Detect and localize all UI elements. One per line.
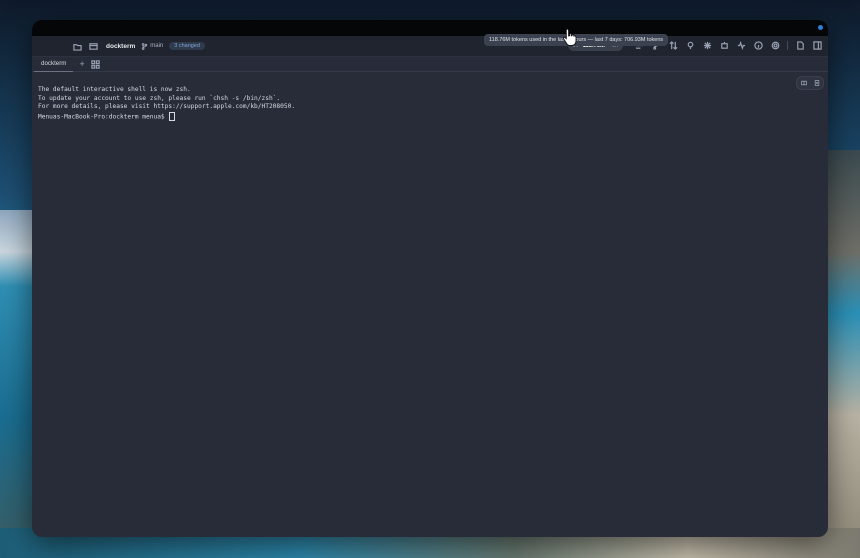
view-toggle bbox=[796, 76, 824, 90]
branch-icon bbox=[141, 42, 148, 50]
tab-label: dockterm bbox=[41, 60, 67, 67]
branch-name: main bbox=[150, 43, 164, 49]
window-icon[interactable] bbox=[88, 41, 98, 51]
toolbar: dockterm main 3 changed 118.76M 1h bbox=[32, 36, 828, 57]
toolbar-divider bbox=[787, 41, 788, 50]
arrows-updown-icon[interactable] bbox=[668, 41, 678, 51]
terminal-cursor bbox=[169, 111, 176, 121]
terminal-prompt: Menuas-MacBook-Pro:dockterm menua$ bbox=[38, 113, 169, 121]
repo-name[interactable]: dockterm bbox=[106, 43, 135, 50]
pulse-icon[interactable] bbox=[736, 41, 746, 51]
file-icon[interactable] bbox=[795, 41, 805, 51]
title-bar[interactable] bbox=[32, 20, 828, 36]
split-view-icon[interactable] bbox=[800, 79, 808, 87]
terminal-prompt-line: Menuas-MacBook-Pro:dockterm menua$ bbox=[38, 111, 822, 122]
app-window: dockterm main 3 changed 118.76M 1h bbox=[32, 20, 828, 537]
terminal-line: For more details, please visit https://s… bbox=[38, 103, 296, 111]
grid-icon[interactable] bbox=[91, 59, 101, 69]
branch-label[interactable]: main bbox=[141, 42, 164, 50]
sparkle-icon[interactable] bbox=[702, 41, 712, 51]
terminal-output[interactable]: The default interactive shell is now zsh… bbox=[32, 72, 828, 122]
tab-dockterm[interactable]: dockterm bbox=[34, 57, 74, 72]
tab-bar: dockterm + bbox=[32, 57, 828, 72]
pointer-hand-icon bbox=[562, 28, 577, 46]
pin-icon[interactable] bbox=[685, 41, 695, 51]
document-icon[interactable] bbox=[813, 79, 821, 87]
gear-icon[interactable] bbox=[770, 41, 780, 51]
panel-icon[interactable] bbox=[812, 41, 822, 51]
changed-badge[interactable]: 3 changed bbox=[169, 42, 205, 50]
folder-icon[interactable] bbox=[72, 41, 82, 51]
status-dot-icon bbox=[818, 25, 823, 30]
terminal-line: To update your account to use zsh, pleas… bbox=[38, 94, 281, 102]
robot-icon[interactable] bbox=[719, 41, 729, 51]
info-icon[interactable] bbox=[753, 41, 763, 51]
terminal-line: The default interactive shell is now zsh… bbox=[38, 86, 191, 93]
new-tab-plus-icon[interactable]: + bbox=[79, 59, 84, 69]
